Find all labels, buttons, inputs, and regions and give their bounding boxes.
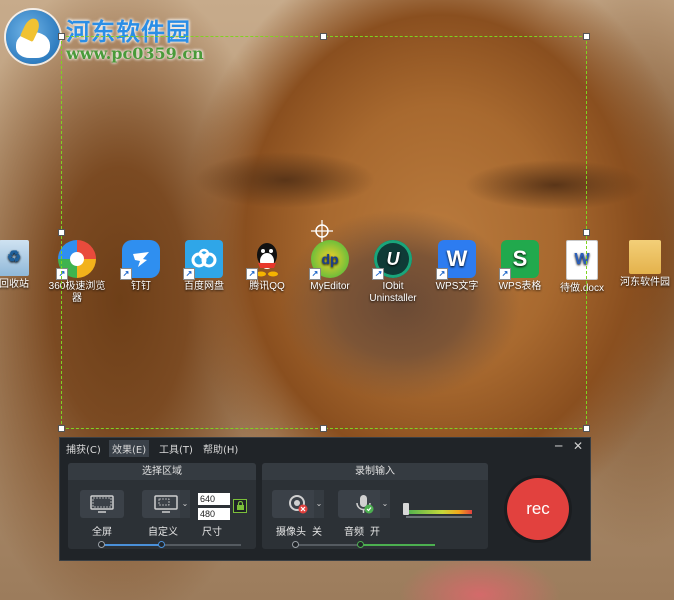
watermark-logo bbox=[6, 10, 60, 64]
input-slider-handle[interactable] bbox=[357, 541, 364, 548]
record-input-group: 录制输入 ⌄ 摄像头 关 ⌄ 音频 开 bbox=[262, 463, 488, 549]
menu-help[interactable]: 帮助(H) bbox=[200, 440, 241, 457]
minimize-button[interactable]: ─ bbox=[555, 440, 562, 453]
recycle-bin-icon: ♻ bbox=[0, 240, 29, 276]
webcam-off-icon bbox=[289, 495, 308, 514]
custom-area-label: 自定义 bbox=[148, 527, 178, 538]
fullscreen-label: 全屏 bbox=[92, 527, 112, 538]
volume-slider-track[interactable] bbox=[406, 516, 472, 518]
resize-handle-bottom-left[interactable] bbox=[58, 425, 65, 432]
lock-aspect-icon[interactable] bbox=[233, 499, 247, 513]
record-input-title: 录制输入 bbox=[262, 463, 488, 480]
resize-handle-bottom[interactable] bbox=[320, 425, 327, 432]
desktop-icon-folder[interactable]: 河东软件园 bbox=[613, 240, 674, 289]
menu-tools[interactable]: 工具(T) bbox=[156, 440, 196, 457]
camera-dropdown-icon[interactable]: ⌄ bbox=[314, 490, 324, 518]
input-slider-fill bbox=[360, 544, 435, 546]
select-area-group: 选择区域 全屏 ⌄ 自定义 尺寸 bbox=[68, 463, 256, 549]
folder-icon bbox=[629, 240, 661, 274]
resize-handle-bottom-right[interactable] bbox=[583, 425, 590, 432]
camera-label: 摄像头 bbox=[276, 527, 306, 538]
width-input[interactable] bbox=[198, 493, 230, 505]
volume-slider-handle[interactable] bbox=[403, 503, 409, 515]
custom-area-dropdown-icon[interactable]: ⌄ bbox=[180, 490, 190, 518]
recorder-panel: 捕获(C) 效果(E) 工具(T) 帮助(H) ─ ✕ 选择区域 全屏 ⌄ 自定… bbox=[59, 437, 591, 561]
desktop-icon-recycle-bin[interactable]: ♻ 回收站 bbox=[0, 240, 46, 291]
record-button[interactable]: rec bbox=[507, 478, 569, 540]
audio-label: 音频 bbox=[344, 527, 364, 538]
area-slider-fill bbox=[101, 544, 161, 546]
area-slider-start-dot[interactable] bbox=[98, 541, 105, 548]
desktop-icon-label: 河东软件园 bbox=[620, 277, 670, 288]
resize-handle-top[interactable] bbox=[320, 33, 327, 40]
custom-area-icon bbox=[154, 495, 178, 513]
menu-capture[interactable]: 捕获(C) bbox=[63, 440, 104, 457]
desktop-icon-label: 回收站 bbox=[0, 279, 29, 290]
fullscreen-button[interactable] bbox=[80, 490, 124, 518]
resize-handle-left[interactable] bbox=[58, 229, 65, 236]
camera-state: 关 bbox=[312, 527, 322, 538]
move-crosshair-icon[interactable] bbox=[311, 220, 333, 242]
menu-effects[interactable]: 效果(E) bbox=[109, 440, 150, 457]
monitor-icon bbox=[90, 495, 114, 513]
resize-handle-right[interactable] bbox=[583, 229, 590, 236]
audio-dropdown-icon[interactable]: ⌄ bbox=[380, 490, 390, 518]
size-label: 尺寸 bbox=[202, 527, 222, 538]
recorder-menubar: 捕获(C) 效果(E) 工具(T) 帮助(H) ─ ✕ bbox=[60, 438, 590, 457]
resize-handle-top-right[interactable] bbox=[583, 33, 590, 40]
select-area-title: 选择区域 bbox=[68, 463, 256, 480]
audio-state: 开 bbox=[370, 527, 380, 538]
microphone-on-icon bbox=[356, 495, 374, 514]
area-slider-handle[interactable] bbox=[158, 541, 165, 548]
input-slider-start-dot[interactable] bbox=[292, 541, 299, 548]
resize-handle-top-left[interactable] bbox=[58, 33, 65, 40]
close-button[interactable]: ✕ bbox=[573, 440, 583, 453]
audio-level-meter bbox=[406, 510, 472, 514]
height-input[interactable] bbox=[198, 508, 230, 520]
